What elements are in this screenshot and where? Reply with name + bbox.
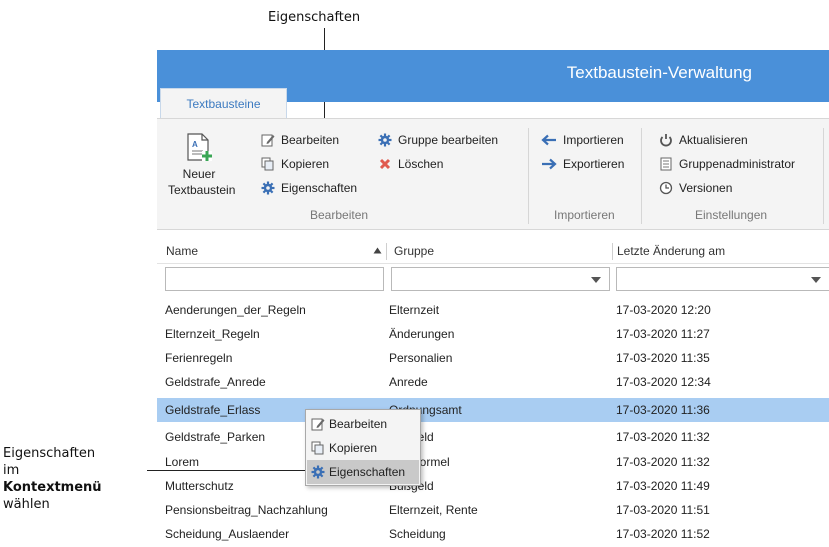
new-button-label-1: Neuer [182, 167, 216, 181]
table-row-selected[interactable]: Geldstrafe_Erlass Ordnungsamt 17-03-2020… [157, 398, 829, 422]
column-header-letzte-aenderung[interactable]: Letzte Änderung am [617, 238, 725, 264]
bearbeiten-button[interactable]: Bearbeiten [261, 133, 339, 147]
importieren-button[interactable]: Importieren [541, 133, 624, 147]
grid-header [157, 238, 829, 264]
copy-icon [261, 157, 275, 171]
eigenschaften-button[interactable]: Eigenschaften [261, 181, 357, 195]
chevron-down-icon [811, 277, 821, 283]
cell-datum: 17-03-2020 12:34 [616, 375, 711, 389]
sort-ascending-icon[interactable] [373, 247, 382, 254]
callout-line-4: wählen [3, 497, 50, 512]
table-row[interactable]: Elternzeit_Regeln Änderungen 17-03-2020 … [157, 322, 829, 346]
cell-datum: 17-03-2020 11:32 [616, 455, 710, 469]
gear-icon [307, 465, 329, 479]
callout-kontextmenu: Eigenschaften im Kontextmenü wählen [3, 445, 102, 513]
table-row[interactable]: Lorem Grußformel 17-03-2020 11:32 [157, 450, 829, 474]
ribbon-separator [641, 128, 642, 224]
column-divider [612, 243, 613, 260]
aktualisieren-button[interactable]: Aktualisieren [659, 133, 748, 147]
table-row[interactable]: Scheidung_Auslaender Scheidung 17-03-202… [157, 522, 829, 546]
table-row[interactable]: Geldstrafe_Anrede Anrede 17-03-2020 12:3… [157, 370, 829, 394]
cell-gruppe: Änderungen [389, 327, 455, 341]
cell-gruppe: Elternzeit, Rente [389, 503, 478, 517]
exportieren-button[interactable]: Exportieren [541, 157, 624, 171]
context-menu-item-bearbeiten[interactable]: Bearbeiten [307, 412, 419, 436]
group-label-importieren: Importieren [554, 208, 615, 222]
loeschen-button[interactable]: Löschen [378, 157, 443, 171]
column-divider [386, 243, 387, 260]
versionen-button[interactable]: Versionen [659, 181, 732, 195]
column-header-name[interactable]: Name [166, 238, 198, 264]
cell-name: Geldstrafe_Parken [165, 430, 266, 444]
table-row[interactable]: Aenderungen_der_Regeln Elternzeit 17-03-… [157, 298, 829, 322]
filter-input-name[interactable] [165, 267, 384, 291]
cell-datum: 17-03-2020 11:32 [616, 430, 710, 444]
cell-datum: 17-03-2020 12:20 [616, 303, 711, 317]
cell-datum: 17-03-2020 11:36 [616, 403, 710, 417]
cell-name: Scheidung_Auslaender [165, 527, 290, 541]
cell-name: Pensionsbeitrag_Nachzahlung [165, 503, 328, 517]
cell-gruppe: Anrede [389, 375, 428, 389]
ribbon-separator [528, 128, 529, 224]
table-row[interactable]: Geldstrafe_Parken Bußgeld 17-03-2020 11:… [157, 425, 829, 449]
cell-name: Geldstrafe_Erlass [165, 403, 261, 417]
cell-name: Aenderungen_der_Regeln [165, 303, 306, 317]
gruppenadministrator-button[interactable]: Gruppenadministrator [659, 157, 795, 171]
cell-datum: 17-03-2020 11:27 [616, 327, 710, 341]
cell-datum: 17-03-2020 11:52 [616, 527, 710, 541]
context-menu-item-kopieren[interactable]: Kopieren [307, 436, 419, 460]
column-header-gruppe[interactable]: Gruppe [394, 238, 434, 264]
new-button-label-2: Textbaustein [168, 183, 236, 197]
group-label-bearbeiten: Bearbeiten [310, 208, 369, 222]
tab-textbausteine[interactable]: Textbausteine [160, 88, 287, 119]
callout-line-2: im [3, 463, 20, 478]
edit-icon [307, 417, 329, 431]
cell-datum: 17-03-2020 11:35 [616, 351, 710, 365]
chevron-down-icon [591, 277, 601, 283]
clock-icon [659, 181, 673, 195]
gruppe-bearbeiten-button[interactable]: Gruppe bearbeiten [378, 133, 498, 147]
filter-dropdown-gruppe[interactable] [391, 267, 610, 291]
cell-name: Mutterschutz [165, 479, 234, 493]
group-label-einstellungen: Einstellungen [695, 208, 768, 222]
filter-dropdown-datum[interactable] [616, 267, 829, 291]
new-document-icon: A [168, 133, 230, 163]
context-menu-item-eigenschaften[interactable]: Eigenschaften [307, 460, 419, 484]
cell-datum: 17-03-2020 11:49 [616, 479, 710, 493]
refresh-icon [659, 133, 673, 147]
context-menu: Bearbeiten Kopieren Eigenschaften [305, 409, 421, 486]
delete-icon [378, 157, 392, 171]
cell-name: Elternzeit_Regeln [165, 327, 260, 341]
cell-name: Geldstrafe_Anrede [165, 375, 266, 389]
edit-icon [261, 133, 275, 147]
app-title: Textbaustein-Verwaltung [566, 63, 752, 82]
cell-gruppe: Elternzeit [389, 303, 440, 317]
callout-line-1: Eigenschaften [3, 446, 96, 461]
document-icon [659, 157, 673, 171]
table-row[interactable]: Ferienregeln Personalien 17-03-2020 11:3… [157, 346, 829, 370]
kopieren-button[interactable]: Kopieren [261, 157, 329, 171]
gear-icon [261, 181, 275, 195]
cell-gruppe: Personalien [389, 351, 453, 365]
svg-text:A: A [192, 140, 198, 149]
arrow-left-icon [541, 134, 557, 146]
cell-name: Lorem [165, 455, 200, 469]
ribbon-separator [823, 128, 824, 224]
cell-name: Ferienregeln [165, 351, 233, 365]
copy-icon [307, 441, 329, 455]
arrow-right-icon [541, 158, 557, 170]
callout-line-3: Kontextmenü [3, 480, 102, 495]
table-row[interactable]: Mutterschutz Bußgeld 17-03-2020 11:49 [157, 474, 829, 498]
cell-datum: 17-03-2020 11:51 [616, 503, 710, 517]
new-textbaustein-button[interactable]: A Neuer Textbaustein [168, 133, 236, 198]
cell-gruppe: Scheidung [389, 527, 446, 541]
gear-icon [378, 133, 392, 147]
callout-eigenschaften-top: Eigenschaften [268, 10, 361, 25]
table-row[interactable]: Pensionsbeitrag_Nachzahlung Elternzeit, … [157, 498, 829, 522]
